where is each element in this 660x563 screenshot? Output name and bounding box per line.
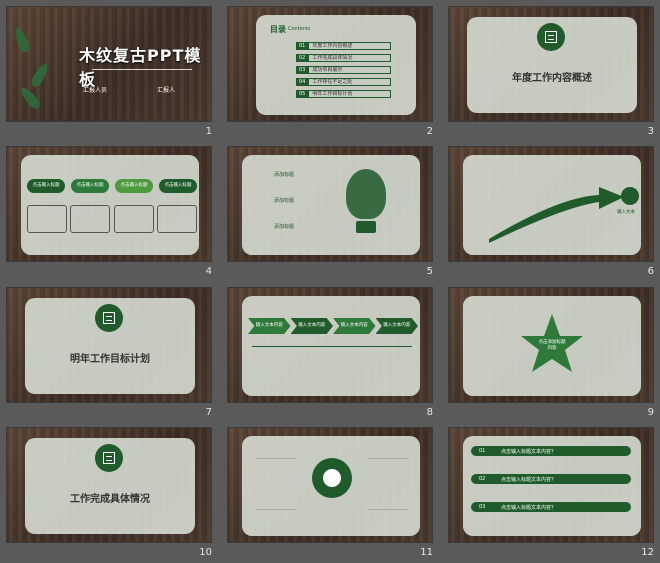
list-label: 添加标题 xyxy=(274,224,295,230)
slide-thumbnail-4[interactable]: 点击输入标题 点击输入标题 点击输入标题 点击输入标题 xyxy=(6,146,212,262)
contents-item[interactable]: 05 明年工作目标计划 xyxy=(296,89,391,99)
slide-number: 5 xyxy=(426,266,433,277)
contents-title: 目录 xyxy=(270,25,286,34)
slide-number: 6 xyxy=(647,266,654,277)
slide-thumbnail-1[interactable]: 木纹复古PPT模板 汇报人员 汇报人 xyxy=(6,6,212,122)
subtitle-person: 汇报人 xyxy=(157,87,176,94)
star-center-label: 点击添加标题内容 xyxy=(538,340,566,351)
chevron-step[interactable]: 输入文本内容 xyxy=(290,318,333,334)
section-title: 年度工作内容概述 xyxy=(512,73,592,84)
text-placeholder-lines xyxy=(368,458,408,510)
slide-number: 2 xyxy=(426,126,433,137)
slide-title: 木纹复古PPT模板 xyxy=(79,46,202,89)
server-icon xyxy=(537,23,565,51)
slide-thumbnail-12[interactable]: 01 点击输入标题文本内容？ 02 点击输入标题文本内容？ 03 点击输入标题文… xyxy=(448,427,654,543)
slide-thumbnail-8[interactable]: 输入文本内容 输入文本内容 输入文本内容 输入文本内容 xyxy=(227,287,433,403)
slide-thumbnail-7[interactable]: 明年工作目标计划 xyxy=(6,287,212,403)
chevron-step[interactable]: 输入文本内容 xyxy=(375,318,418,334)
title-pill[interactable]: 点击输入标题 xyxy=(71,179,109,193)
contents-list: 01 年度工作内容概述 02 工作完成具体情况 03 成功项目展示 04 工作存… xyxy=(296,41,391,99)
list-label: 添加标题 xyxy=(274,172,295,178)
contents-title-en: Contents xyxy=(288,26,311,32)
lightbulb-icon xyxy=(346,169,386,219)
section-title: 明年工作目标计划 xyxy=(70,354,150,365)
subtitle-reporter: 汇报人员 xyxy=(83,87,108,94)
lightbulb-base-icon xyxy=(356,221,376,233)
fern-leaf-icon xyxy=(17,84,43,112)
section-title: 工作完成具体情况 xyxy=(70,494,150,505)
slide-thumbnail-10[interactable]: 工作完成具体情况 xyxy=(6,427,212,543)
fern-leaf-icon xyxy=(12,26,32,54)
slide-thumbnail-2[interactable]: 目录 Contents 01 年度工作内容概述 02 工作完成具体情况 03 成… xyxy=(227,6,433,122)
title-pill[interactable]: 点击输入标题 xyxy=(27,179,65,193)
growth-arrow-icon xyxy=(489,187,624,243)
gear-lightbulb-icon xyxy=(312,458,352,498)
divider-line xyxy=(252,346,412,347)
input-text-label: 输入文本 xyxy=(617,210,635,215)
contents-item[interactable]: 03 成功项目展示 xyxy=(296,65,391,75)
trophy-icon xyxy=(621,187,639,205)
chevron-step[interactable]: 输入文本内容 xyxy=(333,318,376,334)
title-pill[interactable]: 点击输入标题 xyxy=(115,179,153,193)
contents-item[interactable]: 01 年度工作内容概述 xyxy=(296,41,391,51)
list-label: 添加标题 xyxy=(274,198,295,204)
slide-number: 1 xyxy=(205,126,212,137)
question-bar[interactable]: 02 点击输入标题文本内容？ xyxy=(471,474,631,484)
question-bar[interactable]: 01 点击输入标题文本内容？ xyxy=(471,446,631,456)
contents-item[interactable]: 02 工作完成具体情况 xyxy=(296,53,391,63)
chevron-step[interactable]: 输入文本内容 xyxy=(248,318,291,334)
slide-number: 7 xyxy=(205,407,212,418)
slide-thumbnail-11[interactable] xyxy=(227,427,433,543)
fern-leaf-icon xyxy=(29,61,51,89)
text-placeholder-lines xyxy=(256,458,296,510)
slide-number: 8 xyxy=(426,407,433,418)
content-card xyxy=(242,155,420,255)
title-pill[interactable]: 点击输入标题 xyxy=(159,179,197,193)
divider-ornament xyxy=(92,69,192,70)
server-icon xyxy=(95,444,123,472)
slide-number: 12 xyxy=(641,547,654,558)
slide-thumbnail-5[interactable]: 添加标题 添加标题 添加标题 xyxy=(227,146,433,262)
server-icon xyxy=(95,304,123,332)
title-row: 点击输入标题 点击输入标题 点击输入标题 点击输入标题 xyxy=(27,179,197,193)
slide-number: 9 xyxy=(647,407,654,418)
slide-thumbnail-3[interactable]: 年度工作内容概述 xyxy=(448,6,654,122)
contents-item[interactable]: 04 工作存在不足之处 xyxy=(296,77,391,87)
slide-number: 4 xyxy=(205,266,212,277)
slide-number: 10 xyxy=(199,547,212,558)
slide-number: 11 xyxy=(420,547,433,558)
slide-thumbnail-9[interactable]: 点击添加标题内容 xyxy=(448,287,654,403)
slide-thumbnail-6[interactable]: 输入文本 xyxy=(448,146,654,262)
text-boxes xyxy=(27,205,197,233)
question-bar[interactable]: 03 点击输入标题文本内容？ xyxy=(471,502,631,512)
chevron-row: 输入文本内容 输入文本内容 输入文本内容 输入文本内容 xyxy=(248,318,418,334)
slide-number: 3 xyxy=(647,126,654,137)
